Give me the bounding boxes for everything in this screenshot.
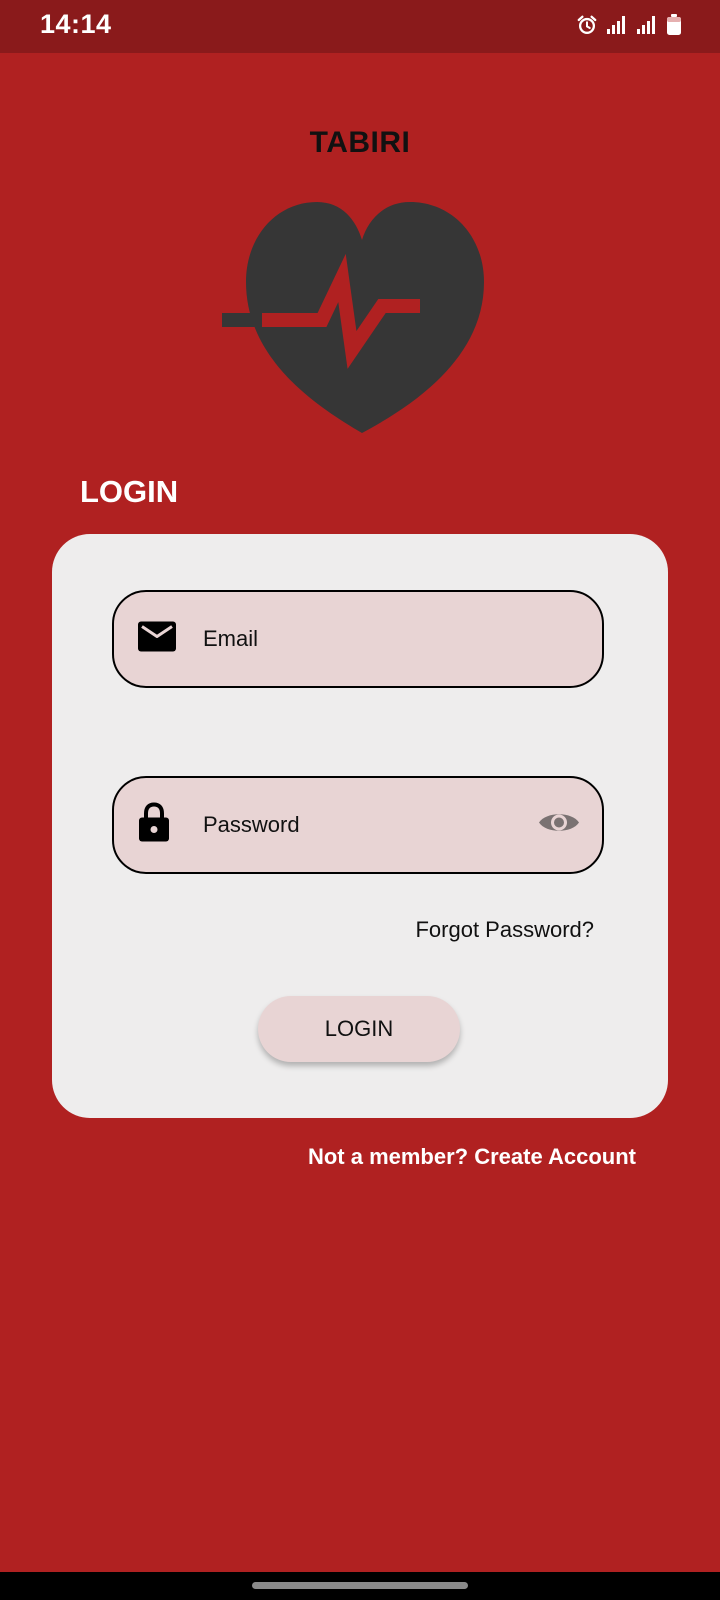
eye-icon[interactable] xyxy=(538,809,580,842)
create-account-text: Not a member? Create Account xyxy=(307,1144,636,1169)
login-card: Email Password Forgot Password? LOGIN xyxy=(52,534,668,1118)
forgot-password-link[interactable]: Forgot Password? xyxy=(415,917,594,943)
email-placeholder: Email xyxy=(203,626,259,651)
signal-icon xyxy=(606,15,628,35)
password-placeholder: Password xyxy=(203,812,300,837)
status-time: 14:14 xyxy=(40,9,112,39)
create-account-link[interactable]: Not a member? Create Account xyxy=(308,1144,636,1170)
password-field[interactable]: Password xyxy=(112,776,604,874)
email-field[interactable]: Email xyxy=(112,590,604,688)
alarm-icon xyxy=(576,14,598,36)
signal-icon xyxy=(636,15,658,35)
login-heading: LOGIN xyxy=(80,474,179,509)
login-button[interactable]: LOGIN xyxy=(258,996,460,1062)
home-gesture-handle[interactable] xyxy=(252,1582,468,1589)
lock-icon xyxy=(138,802,170,848)
heart-pulse-logo xyxy=(222,200,498,436)
status-icons xyxy=(576,14,682,36)
status-bar: 14:14 xyxy=(0,0,720,53)
battery-icon xyxy=(666,14,682,36)
envelope-icon xyxy=(138,621,176,657)
app-title: TABIRI xyxy=(309,126,411,159)
navigation-bar xyxy=(0,1572,720,1600)
